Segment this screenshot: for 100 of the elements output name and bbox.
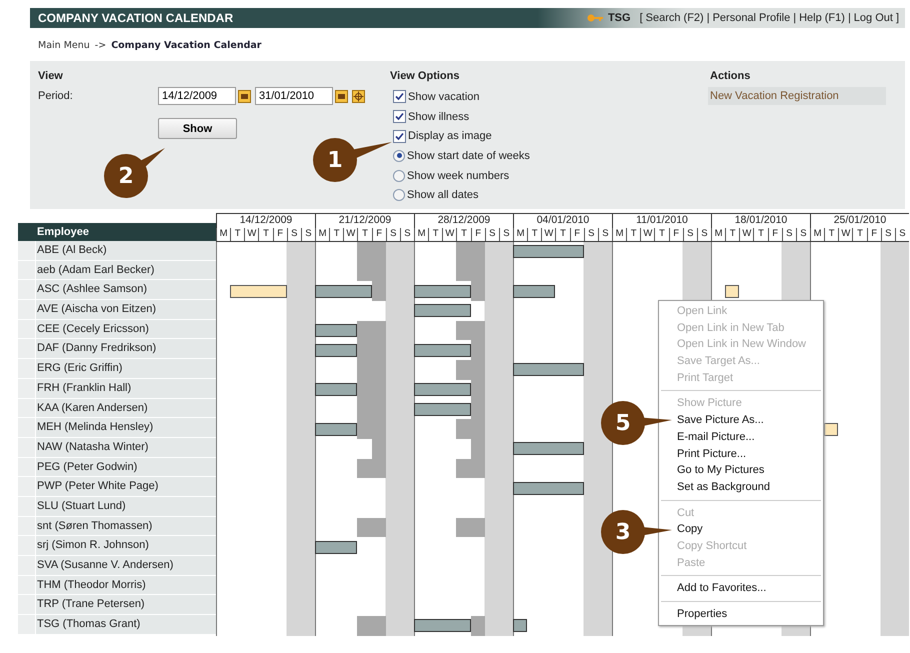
option-label: Show vacation xyxy=(408,90,480,103)
day-letter: T xyxy=(852,228,867,241)
header-link[interactable]: Search (F2) xyxy=(646,12,704,24)
day-letter: T xyxy=(527,228,542,241)
show-button[interactable]: Show xyxy=(158,118,237,139)
employee-name-cell: srj (Simon R. Johnson) xyxy=(18,536,216,556)
separator-text: | xyxy=(848,12,851,24)
day-letter: S xyxy=(484,228,499,241)
week-date: 28/12/2009 xyxy=(414,214,513,228)
day-letter: M xyxy=(711,228,726,241)
week-date: 25/01/2010 xyxy=(810,214,909,228)
user-name: TSG xyxy=(608,12,631,24)
checkbox[interactable] xyxy=(393,90,406,104)
day-letter: M xyxy=(810,228,824,241)
day-letter: S xyxy=(894,228,909,241)
menu-item[interactable]: Add to Favorites... xyxy=(659,580,823,597)
menu-item[interactable]: Save Picture As... xyxy=(659,412,823,429)
calendar-icon[interactable] xyxy=(238,90,251,102)
day-letter: T xyxy=(357,228,372,241)
day-letter: T xyxy=(555,228,570,241)
employee-name-cell: TRP (Trane Petersen) xyxy=(18,595,216,616)
day-letter: W xyxy=(244,228,258,241)
week-date: 21/12/2009 xyxy=(315,214,414,228)
vacation-bar xyxy=(315,344,358,357)
period-label: Period: xyxy=(38,90,74,102)
day-letter: S xyxy=(696,228,711,241)
day-letter: T xyxy=(753,228,768,241)
radio-button[interactable] xyxy=(393,189,405,202)
day-letter: M xyxy=(315,228,330,241)
vacation-bar xyxy=(513,442,584,456)
week-date: 18/01/2010 xyxy=(711,214,810,228)
date-field[interactable]: 14/12/2009 xyxy=(158,87,236,105)
day-letter: F xyxy=(372,228,386,241)
vacation-bar xyxy=(414,383,471,396)
day-letter: F xyxy=(866,228,881,241)
day-letter: F xyxy=(570,228,584,241)
checkbox[interactable] xyxy=(393,110,406,124)
separator-text: | xyxy=(706,12,710,24)
holiday-block xyxy=(357,320,386,340)
day-letter: M xyxy=(612,228,626,241)
day-letter: T xyxy=(230,228,244,241)
day-letter: S xyxy=(682,228,697,241)
menu-item[interactable]: Go to My Pictures xyxy=(659,462,823,479)
section-heading: View xyxy=(38,70,64,82)
checkbox[interactable] xyxy=(393,130,406,143)
day-letter: W xyxy=(838,228,852,241)
radio-button[interactable] xyxy=(393,170,405,182)
vacation-bar xyxy=(315,383,358,396)
holiday-block xyxy=(456,242,485,262)
employee-name-cell: aeb (Adam Earl Becker) xyxy=(18,260,216,280)
header-link[interactable]: Help (F1) xyxy=(799,12,845,24)
vacation-bar xyxy=(414,304,471,318)
calendar-icon[interactable] xyxy=(335,90,348,102)
day-letter: F xyxy=(668,228,683,241)
column-header: Employee xyxy=(18,223,216,241)
employee-name-cell: ABE (Al Beck) xyxy=(18,241,216,261)
section-heading: Actions xyxy=(710,70,752,82)
separator-text: | xyxy=(793,12,796,24)
day-letter: T xyxy=(456,228,471,241)
menu-item[interactable]: Copy xyxy=(659,521,823,538)
day-letter: S xyxy=(598,228,612,241)
menu-item[interactable]: Properties xyxy=(659,606,823,623)
day-letter: M xyxy=(414,228,428,241)
day-letter: S xyxy=(300,228,315,241)
day-letter: F xyxy=(768,228,782,241)
menu-item[interactable]: E-mail Picture... xyxy=(659,428,823,446)
employee-name-cell: ASC (Ashlee Samson) xyxy=(18,280,216,300)
date-field[interactable]: 31/01/2010 xyxy=(255,87,333,105)
vacation-bar xyxy=(513,482,584,495)
employee-name-cell: AVE (Aischa von Eitzen) xyxy=(18,300,216,320)
breadcrumb-current: Company Vacation Calendar xyxy=(111,40,262,51)
key-icon xyxy=(586,14,603,22)
day-letter: W xyxy=(343,228,358,241)
day-letter: T xyxy=(428,228,442,241)
holiday-block xyxy=(357,242,386,262)
day-letter: S xyxy=(796,228,810,241)
vacation-bar xyxy=(315,324,358,338)
week-date: 04/01/2010 xyxy=(513,214,612,228)
day-letter: T xyxy=(654,228,669,241)
employee-name-cell: PEG (Peter Godwin) xyxy=(18,458,216,478)
vacation-bar xyxy=(315,422,358,436)
action-link[interactable]: New Vacation Registration xyxy=(708,87,886,105)
vacation-bar xyxy=(513,619,528,632)
vacation-bar xyxy=(414,284,471,298)
employee-name-cell: NAW (Natasha Winter) xyxy=(18,438,216,458)
day-letter: S xyxy=(400,228,414,241)
header-link[interactable]: Log Out xyxy=(854,12,893,24)
vacation-bar xyxy=(414,619,471,632)
pending-bar xyxy=(230,284,287,298)
employee-name-cell: CEE (Cecely Ericsson) xyxy=(18,320,216,340)
radio-button[interactable] xyxy=(393,150,405,162)
header-link[interactable]: Personal Profile xyxy=(712,12,790,24)
menu-item[interactable]: Print Picture... xyxy=(659,446,823,462)
target-icon[interactable] xyxy=(352,90,365,102)
vacation-bar xyxy=(513,245,584,258)
day-letter: W xyxy=(640,228,654,241)
menu-item[interactable]: Set as Background xyxy=(659,478,823,496)
vacation-bar xyxy=(414,402,471,416)
employee-name-cell: THM (Theodor Morris) xyxy=(18,576,216,596)
breadcrumb-link[interactable]: Main Menu xyxy=(38,40,90,51)
